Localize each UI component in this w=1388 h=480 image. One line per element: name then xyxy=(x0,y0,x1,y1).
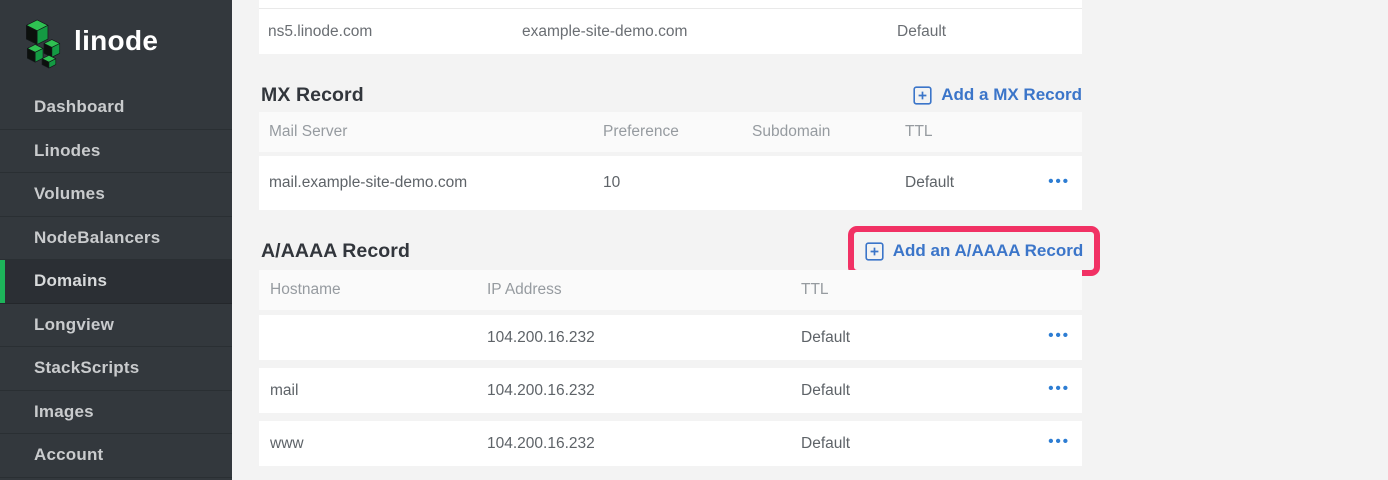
plus-icon xyxy=(865,242,884,261)
more-options-icon[interactable]: ••• xyxy=(1048,434,1070,453)
annotation-highlight: Add an A/AAAA Record xyxy=(848,226,1100,276)
column-header-ip-address: IP Address xyxy=(487,281,801,299)
add-a-record-label: Add an A/AAAA Record xyxy=(893,241,1083,261)
ns-ttl-cell: Default xyxy=(897,23,1070,41)
sidebar-item-stackscripts[interactable]: StackScripts xyxy=(0,347,232,391)
a-hostname-cell: mail xyxy=(270,382,487,400)
sidebar-item-domains[interactable]: Domains xyxy=(0,260,232,304)
sidebar-item-volumes[interactable]: Volumes xyxy=(0,173,232,217)
sidebar-item-dashboard[interactable]: Dashboard xyxy=(0,86,232,130)
table-row: www 104.200.16.232 Default ••• xyxy=(259,421,1082,466)
ns-record-table-partial: ns5.linode.com example-site-demo.com Def… xyxy=(259,0,1082,54)
mx-section-title: MX Record xyxy=(259,84,364,107)
a-ip-cell: 104.200.16.232 xyxy=(487,329,801,347)
a-table-header: Hostname IP Address TTL xyxy=(259,270,1082,310)
add-a-record-button[interactable]: Add an A/AAAA Record xyxy=(865,241,1083,261)
a-ttl-cell: Default xyxy=(801,329,1018,347)
more-options-icon[interactable]: ••• xyxy=(1048,328,1070,347)
column-header-mail-server: Mail Server xyxy=(269,123,603,141)
app-window: linode Dashboard Linodes Volumes NodeBal… xyxy=(0,0,1388,480)
sidebar-item-images[interactable]: Images xyxy=(0,391,232,435)
a-ip-cell: 104.200.16.232 xyxy=(487,435,801,453)
more-options-icon[interactable]: ••• xyxy=(1048,174,1070,193)
a-ttl-cell: Default xyxy=(801,435,1018,453)
linode-cubes-icon xyxy=(25,18,65,69)
ns-name-server-cell: ns5.linode.com xyxy=(268,23,522,41)
add-mx-record-label: Add a MX Record xyxy=(941,85,1082,105)
a-record-section-title: A/AAAA Record xyxy=(259,240,410,263)
table-row: 104.200.16.232 Default ••• xyxy=(259,315,1082,360)
sidebar: linode Dashboard Linodes Volumes NodeBal… xyxy=(0,0,232,480)
a-hostname-cell: www xyxy=(270,435,487,453)
column-header-preference: Preference xyxy=(603,123,752,141)
linode-logo[interactable]: linode xyxy=(0,0,232,73)
sidebar-nav: Dashboard Linodes Volumes NodeBalancers … xyxy=(0,86,232,478)
column-header-ttl: TTL xyxy=(905,123,1018,141)
column-header-hostname: Hostname xyxy=(270,281,487,299)
more-options-icon[interactable]: ••• xyxy=(1048,381,1070,400)
sidebar-item-nodebalancers[interactable]: NodeBalancers xyxy=(0,217,232,261)
a-record-table: Hostname IP Address TTL 104.200.16.232 D… xyxy=(259,270,1082,474)
mx-mail-server-cell: mail.example-site-demo.com xyxy=(269,174,603,192)
main-content: ns5.linode.com example-site-demo.com Def… xyxy=(259,0,1082,480)
sidebar-item-linodes[interactable]: Linodes xyxy=(0,130,232,174)
ns-subdomain-cell: example-site-demo.com xyxy=(522,23,897,41)
mx-record-table: Mail Server Preference Subdomain TTL mai… xyxy=(259,112,1082,210)
ns-row-previous-edge xyxy=(259,0,1082,9)
column-header-subdomain: Subdomain xyxy=(752,123,905,141)
mx-table-header: Mail Server Preference Subdomain TTL xyxy=(259,112,1082,152)
mx-preference-cell: 10 xyxy=(603,174,752,192)
sidebar-item-longview[interactable]: Longview xyxy=(0,304,232,348)
mx-section-header: MX Record Add a MX Record xyxy=(259,82,1082,108)
table-row: ns5.linode.com example-site-demo.com Def… xyxy=(259,9,1082,54)
add-mx-record-button[interactable]: Add a MX Record xyxy=(913,85,1082,105)
table-row: mail 104.200.16.232 Default ••• xyxy=(259,368,1082,413)
a-ip-cell: 104.200.16.232 xyxy=(487,382,801,400)
column-header-ttl: TTL xyxy=(801,281,1018,299)
brand-name: linode xyxy=(74,25,158,57)
table-row: mail.example-site-demo.com 10 Default ••… xyxy=(259,156,1082,210)
mx-ttl-cell: Default xyxy=(905,174,1018,192)
plus-icon xyxy=(913,86,932,105)
a-ttl-cell: Default xyxy=(801,382,1018,400)
sidebar-item-account[interactable]: Account xyxy=(0,434,232,478)
